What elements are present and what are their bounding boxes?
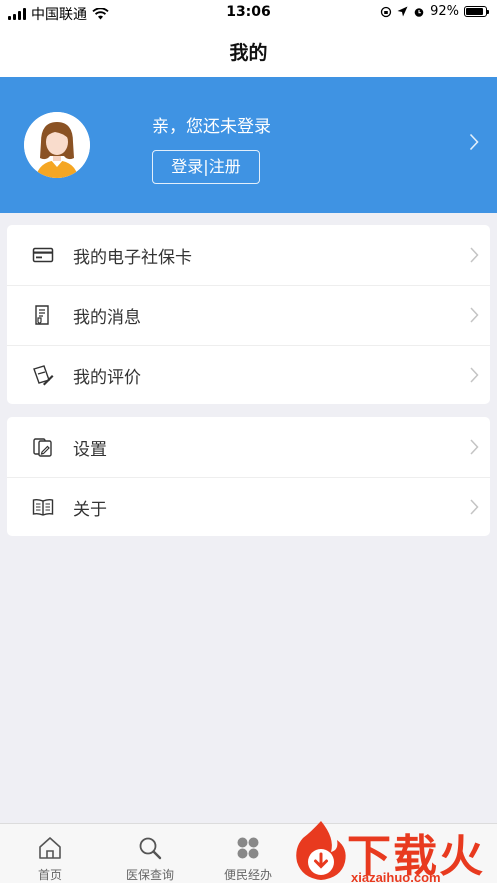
card-icon <box>32 247 54 263</box>
tab-label: 首页 <box>37 868 62 882</box>
chevron-right-icon <box>470 247 479 263</box>
tab-label: 便民经办 <box>223 868 272 882</box>
login-register-button[interactable]: 登录|注册 <box>152 150 260 184</box>
tab-insurance-query[interactable]: 医保查询 <box>100 824 200 883</box>
tab-home[interactable]: 首页 <box>0 824 100 883</box>
menu-item-label: 我的电子社保卡 <box>73 248 192 268</box>
alarm-icon <box>414 7 424 17</box>
watermark: 下载火 xiazaihuo.com <box>291 818 497 883</box>
message-icon <box>35 305 49 325</box>
book-icon <box>32 498 54 516</box>
home-icon <box>39 837 61 859</box>
battery-percent: 92% <box>430 4 459 19</box>
profile-header[interactable]: 亲，您还未登录 登录|注册 <box>0 77 497 213</box>
menu-item-reviews[interactable]: 我的评价 <box>7 345 490 405</box>
tab-label: 医保查询 <box>125 868 174 882</box>
avatar[interactable] <box>24 112 90 178</box>
menu-item-about[interactable]: 关于 <box>7 477 490 537</box>
avatar-illustration <box>24 112 90 178</box>
chevron-right-icon <box>470 499 479 515</box>
settings-icon <box>33 438 52 457</box>
status-bar: 中国联通 13:06 92% <box>0 0 497 26</box>
login-prompt: 亲，您还未登录 <box>152 117 271 137</box>
location-icon <box>397 6 408 17</box>
menu-item-social-security-card[interactable]: 我的电子社保卡 <box>7 225 490 285</box>
battery-fill <box>466 8 484 15</box>
orientation-lock-icon <box>380 6 392 17</box>
search-icon <box>139 837 162 860</box>
chevron-right-icon <box>470 367 479 383</box>
menu-group-account: 我的电子社保卡 我的消息 我的评价 <box>7 225 490 404</box>
menu-group-app: 设置 关于 <box>7 417 490 536</box>
page-title: 我的 <box>229 42 268 64</box>
menu-item-label: 我的评价 <box>73 368 141 388</box>
menu-item-messages[interactable]: 我的消息 <box>7 285 490 345</box>
menu-item-label: 我的消息 <box>73 308 141 328</box>
tab-services[interactable]: 便民经办 <box>198 824 298 883</box>
chevron-right-icon[interactable] <box>469 133 479 151</box>
chevron-right-icon <box>470 439 479 455</box>
menu-item-settings[interactable]: 设置 <box>7 417 490 477</box>
watermark-url: xiazaihuo.com <box>351 870 441 883</box>
grid-icon <box>237 837 259 859</box>
chevron-right-icon <box>470 307 479 323</box>
nav-bar: 我的 <box>0 26 497 77</box>
battery-icon <box>464 6 489 17</box>
review-icon <box>33 365 54 386</box>
menu-item-label: 关于 <box>73 500 107 520</box>
status-right: 92% <box>380 4 489 19</box>
flame-logo-icon <box>296 821 346 880</box>
menu-item-label: 设置 <box>73 440 107 460</box>
